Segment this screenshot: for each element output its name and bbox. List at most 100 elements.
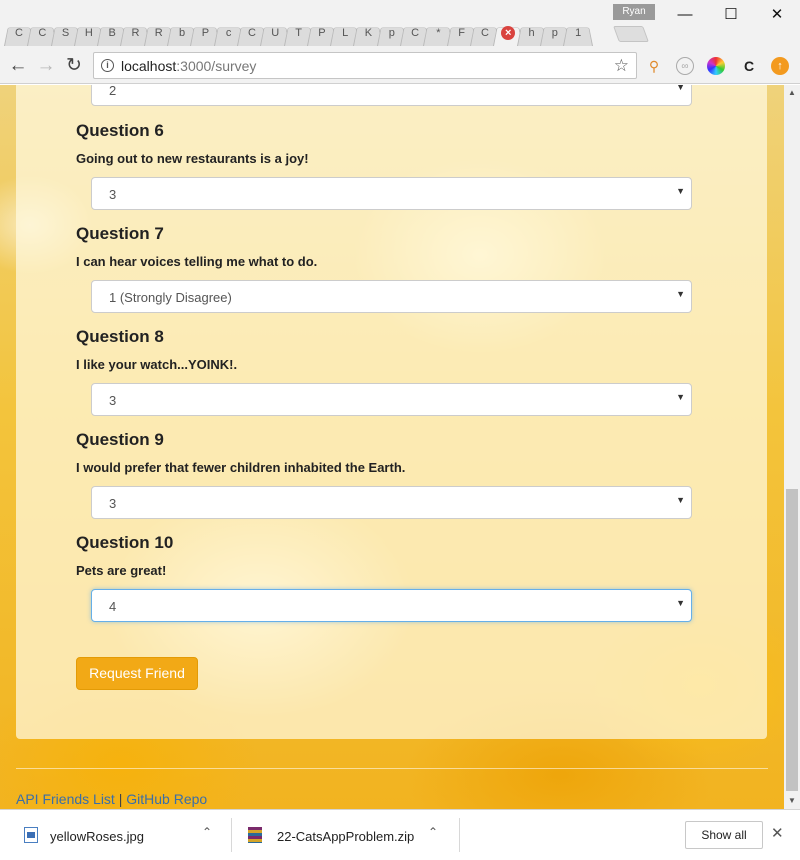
- tab[interactable]: P: [311, 20, 333, 46]
- question-text: I would prefer that fewer children inhab…: [76, 460, 406, 475]
- url-path: :3000/survey: [176, 58, 257, 74]
- download-separator: [459, 818, 460, 852]
- tab[interactable]: h: [521, 20, 543, 46]
- question-text: Pets are great!: [76, 563, 167, 578]
- tab[interactable]: C: [31, 20, 53, 46]
- download-item[interactable]: yellowRoses.jpg ⌃: [0, 810, 230, 860]
- tab-label: c: [225, 27, 232, 39]
- back-icon[interactable]: ←: [6, 54, 30, 78]
- question-title: Question 8: [76, 327, 164, 346]
- question-title: Question 7: [76, 224, 164, 243]
- select-value: 1 (Strongly Disagree): [109, 290, 232, 305]
- chevron-up-icon[interactable]: ⌃: [202, 825, 212, 839]
- tab-label: K: [364, 27, 373, 39]
- tab[interactable]: p: [381, 20, 403, 46]
- download-item[interactable]: 22-CatsAppProblem.zip ⌃: [232, 810, 458, 860]
- select-value: 3: [109, 496, 117, 511]
- footer-divider: [16, 768, 768, 769]
- question-10: Question 10 Pets are great! 4 ▼: [76, 533, 692, 622]
- question-9-select[interactable]: 3 ▼: [91, 486, 692, 519]
- tab[interactable]: c: [218, 20, 240, 46]
- select-value: 3: [109, 393, 117, 408]
- question-title: Question 6: [76, 121, 164, 140]
- scroll-down-icon[interactable]: ▼: [784, 793, 800, 809]
- question-7-select[interactable]: 1 (Strongly Disagree) ▼: [91, 280, 692, 313]
- minimize-button[interactable]: —: [662, 0, 708, 30]
- tab[interactable]: S: [55, 20, 77, 46]
- url-host: localhost: [121, 58, 177, 74]
- question-9: Question 9 I would prefer that fewer chi…: [76, 430, 692, 519]
- reload-icon[interactable]: ↻: [62, 54, 86, 78]
- question-title: Question 9: [76, 430, 164, 449]
- archive-file-icon: [248, 827, 262, 843]
- tab-label: P: [201, 27, 210, 39]
- github-repo-link[interactable]: GitHub Repo: [126, 791, 207, 807]
- close-button[interactable]: ✕: [754, 0, 800, 30]
- bookmark-star-icon[interactable]: ☆: [614, 56, 629, 76]
- extension-color-wheel-icon[interactable]: [707, 57, 725, 75]
- tab-label: C: [38, 27, 47, 39]
- tab[interactable]: p: [544, 20, 566, 46]
- select-value: 2: [109, 85, 117, 98]
- info-icon[interactable]: i: [101, 59, 114, 72]
- tab-label: p: [551, 27, 558, 39]
- tab-label: 1: [575, 27, 582, 39]
- maximize-button[interactable]: ☐: [708, 0, 754, 30]
- download-filename: yellowRoses.jpg: [50, 829, 144, 844]
- select-value: 3: [109, 187, 117, 202]
- tab[interactable]: R: [124, 20, 146, 46]
- tab-strip: C C S H B R R b P c C U T P L K p C * F …: [8, 20, 590, 46]
- extension-off-icon[interactable]: C: [740, 57, 758, 75]
- tab[interactable]: T: [288, 20, 310, 46]
- chevron-up-icon[interactable]: ⌃: [428, 825, 438, 839]
- caret-down-icon: ▼: [676, 289, 685, 299]
- tab[interactable]: H: [78, 20, 100, 46]
- tab[interactable]: *: [427, 20, 449, 46]
- update-icon[interactable]: ↑: [771, 57, 789, 75]
- caret-down-icon: ▼: [676, 85, 685, 92]
- browser-toolbar: ← → ↻ i localhost:3000/survey ☆ ⚲ ∞ C ↑: [0, 48, 800, 84]
- api-friends-list-link[interactable]: API Friends List: [16, 791, 115, 807]
- forward-icon[interactable]: →: [34, 54, 58, 78]
- tab-label: *: [436, 27, 441, 39]
- scroll-up-icon[interactable]: ▲: [784, 85, 800, 101]
- new-tab-button[interactable]: [613, 26, 649, 42]
- address-bar[interactable]: i localhost:3000/survey ☆: [93, 52, 637, 79]
- image-file-icon: [24, 827, 38, 843]
- question-6-select[interactable]: 3 ▼: [91, 177, 692, 210]
- caret-down-icon: ▼: [676, 186, 685, 196]
- question-8-select[interactable]: 3 ▼: [91, 383, 692, 416]
- question-10-select[interactable]: 4 ▼: [91, 589, 692, 622]
- title-bar: C C S H B R R b P c C U T P L K p C * F …: [0, 0, 800, 48]
- tab[interactable]: U: [264, 20, 286, 46]
- page-scrollbar[interactable]: ▲ ▼: [784, 85, 800, 809]
- tab[interactable]: P: [194, 20, 216, 46]
- tab-label: P: [318, 27, 326, 39]
- tab-active[interactable]: ×: [497, 20, 519, 46]
- tab[interactable]: R: [148, 20, 170, 46]
- close-icon[interactable]: ✕: [771, 824, 784, 842]
- error-icon: ×: [501, 26, 516, 40]
- select-value: 4: [109, 599, 117, 614]
- tab-label: U: [271, 27, 280, 39]
- question-5-select[interactable]: 2 ▼: [91, 85, 692, 106]
- tab-label: H: [84, 27, 93, 39]
- question-6: Question 6 Going out to new restaurants …: [76, 121, 692, 210]
- scrollbar-thumb[interactable]: [786, 489, 798, 791]
- extension-key-icon[interactable]: ⚲: [645, 57, 663, 75]
- question-text: I can hear voices telling me what to do.: [76, 254, 318, 269]
- tab-label: T: [295, 27, 302, 39]
- question-text: Going out to new restaurants is a joy!: [76, 151, 309, 166]
- tab[interactable]: F: [451, 20, 473, 46]
- tab[interactable]: 1: [567, 20, 589, 46]
- footer: API Friends List | GitHub Repo: [16, 791, 207, 807]
- profile-badge[interactable]: Ryan: [613, 4, 655, 20]
- downloads-bar: yellowRoses.jpg ⌃ 22-CatsAppProblem.zip …: [0, 809, 800, 860]
- show-all-button[interactable]: Show all: [685, 821, 763, 849]
- tab[interactable]: K: [357, 20, 379, 46]
- download-filename: 22-CatsAppProblem.zip: [277, 829, 415, 844]
- request-friend-button[interactable]: Request Friend: [76, 657, 198, 690]
- caret-down-icon: ▼: [676, 495, 685, 505]
- caret-down-icon: ▼: [676, 392, 685, 402]
- extension-circle-icon[interactable]: ∞: [676, 57, 694, 75]
